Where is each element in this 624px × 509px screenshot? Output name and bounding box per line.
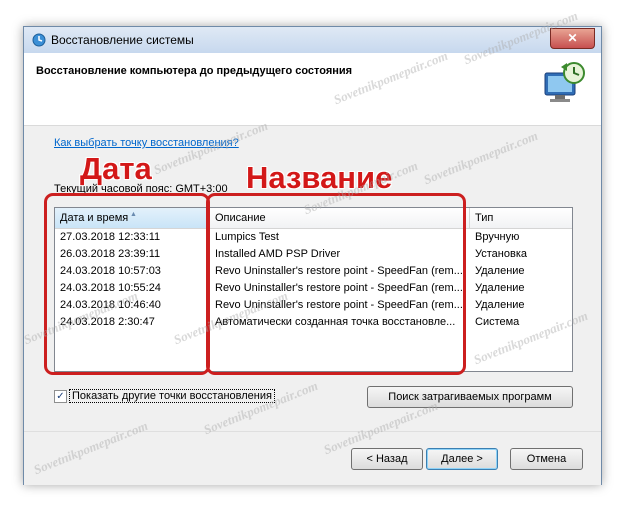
scan-affected-programs-button[interactable]: Поиск затрагиваемых программ (367, 386, 573, 408)
row-type: Удаление (475, 282, 525, 294)
show-more-label[interactable]: Показать другие точки восстановления (69, 389, 275, 403)
checkmark-icon: ✓ (56, 391, 65, 402)
back-button[interactable]: < Назад (351, 448, 423, 470)
show-more-checkbox[interactable]: ✓ (54, 390, 67, 403)
header-panel: Восстановление компьютера до предыдущего… (24, 53, 601, 126)
system-restore-icon (32, 33, 46, 47)
date-annotation-label: Дата (80, 151, 152, 186)
row-type: Удаление (475, 265, 525, 277)
page-heading: Восстановление компьютера до предыдущего… (36, 65, 353, 77)
cancel-button[interactable]: Отмена (510, 448, 583, 470)
close-icon: ✕ (567, 31, 578, 45)
window-title: Восстановление системы (51, 33, 194, 47)
row-type: Установка (475, 248, 527, 260)
row-type: Вручную (475, 231, 520, 243)
name-annotation-frame (206, 193, 466, 375)
column-header-type[interactable]: Тип (470, 208, 572, 228)
column-header-type-label: Тип (475, 212, 494, 224)
date-annotation-frame (44, 193, 210, 375)
restore-computer-icon (544, 62, 585, 102)
next-button[interactable]: Далее > (426, 448, 498, 470)
row-type: Удаление (475, 299, 525, 311)
